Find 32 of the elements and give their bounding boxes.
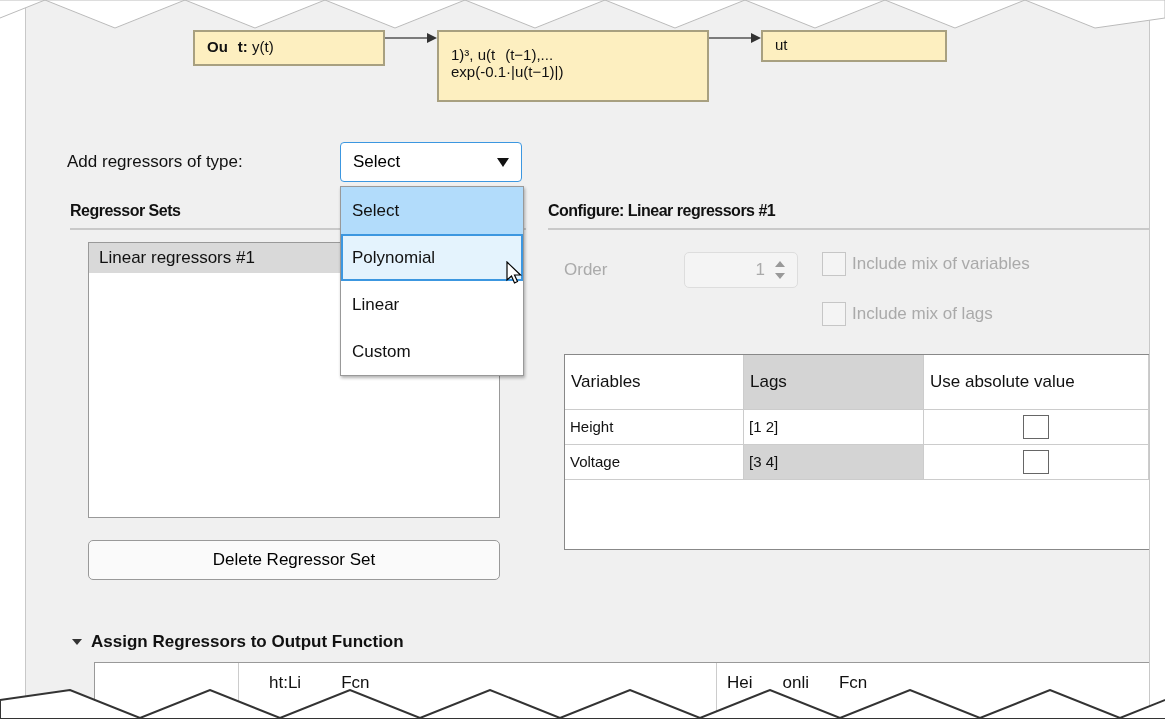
dropdown-option[interactable]: Polynomial: [341, 234, 523, 281]
arrow-icon: [709, 32, 761, 44]
column-header-text: Fcn: [839, 673, 868, 694]
block-text: 1)³, u(t: [451, 46, 496, 63]
regressor-type-dropdown[interactable]: Select: [340, 142, 522, 182]
checkbox[interactable]: [1023, 415, 1049, 439]
column-header-text: Hei: [727, 673, 753, 694]
section-header[interactable]: Assign Regressors to Output Function: [71, 632, 1149, 652]
table-cell: Height: [565, 410, 744, 445]
column-header[interactable]: Lags: [744, 355, 924, 410]
dropdown-option[interactable]: Custom: [341, 328, 523, 375]
block-text: ut: [775, 36, 788, 53]
regressor-type-label: Add regressors of type:: [67, 152, 244, 172]
up-down-arrows-icon: [773, 259, 787, 281]
column-header-text: ht:Li: [269, 673, 302, 694]
block-text: t: y(t): [237, 38, 274, 55]
dropdown-option[interactable]: Linear: [341, 281, 523, 328]
caret-icon: [497, 157, 509, 167]
column-header-text: Fcn: [341, 673, 370, 694]
block-text: exp(-0.1·|u(t−1)|): [451, 63, 564, 80]
arrow-icon: [385, 32, 437, 44]
block-text: (t−1),...: [505, 46, 554, 63]
block-text: Ou: [207, 38, 228, 55]
checkbox[interactable]: [1023, 450, 1049, 474]
section-title: Configure: Linear regressors #1: [548, 202, 1149, 230]
dropdown-option[interactable]: Select: [341, 187, 523, 234]
column-header-text: onli: [782, 673, 809, 694]
order-label: Order: [564, 259, 609, 281]
delete-regressor-set-button[interactable]: Delete Regressor Set: [88, 540, 500, 580]
column-header[interactable]: Use absolute value: [924, 355, 1149, 410]
collapse-caret-icon: [71, 638, 83, 646]
table-cell[interactable]: [3 4]: [744, 445, 924, 480]
